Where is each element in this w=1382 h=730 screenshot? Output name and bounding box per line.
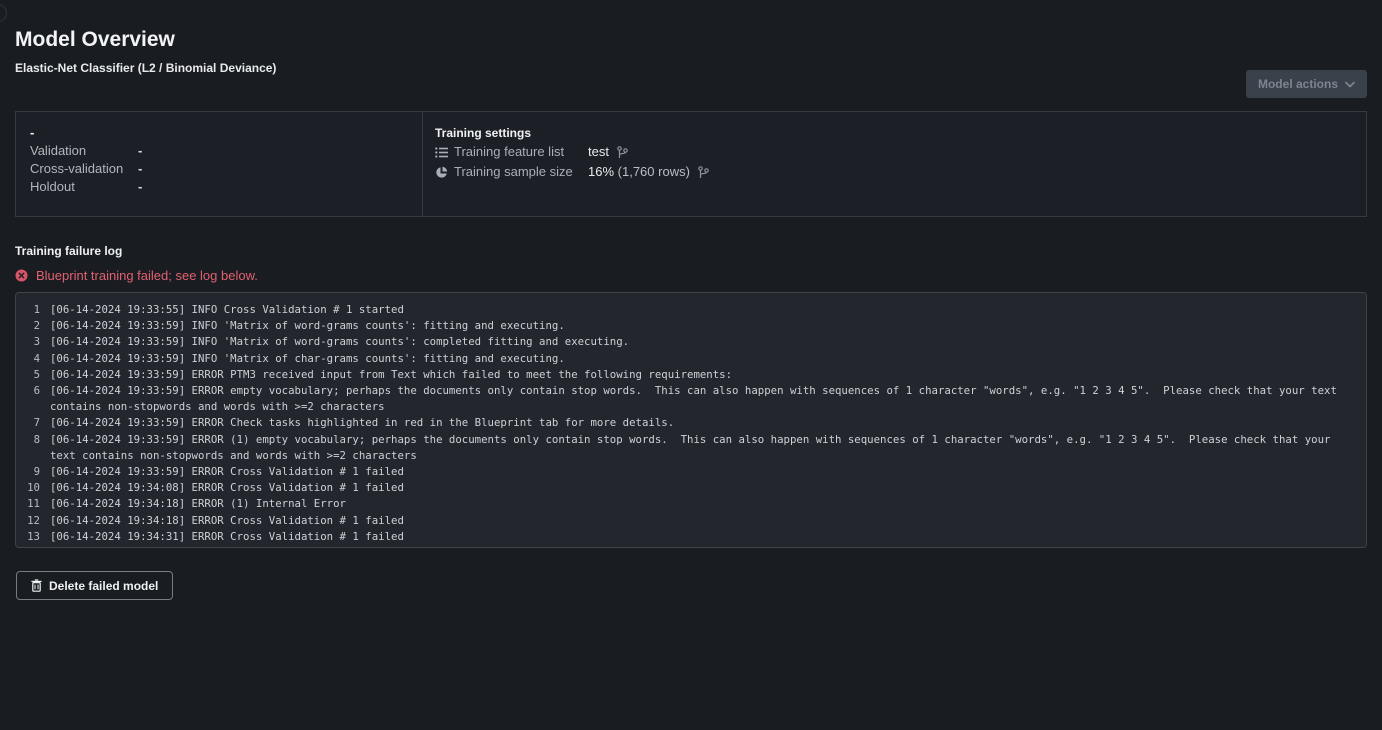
log-line-number: 11 — [26, 496, 40, 512]
log-line-text: [06-14-2024 19:33:59] ERROR (1) empty vo… — [50, 432, 1340, 464]
log-line: 3 [06-14-2024 19:33:59] INFO 'Matrix of w… — [26, 334, 1366, 350]
log-line: 5 [06-14-2024 19:33:59] ERROR PTM3 receiv… — [26, 367, 1366, 383]
log-line-number: 5 — [26, 367, 40, 383]
metric-row-cross-validation: Cross-validation- — [30, 160, 422, 178]
metric-label: Holdout — [30, 178, 138, 196]
log-line-text: [06-14-2024 19:33:59] ERROR Cross Valida… — [50, 464, 1340, 480]
log-line-text: [06-14-2024 19:34:31] ERROR Cross Valida… — [50, 529, 1340, 545]
model-subtitle: Elastic-Net Classifier (L2 / Binomial De… — [15, 61, 1382, 75]
log-line: 9 [06-14-2024 19:33:59] ERROR Cross Valid… — [26, 464, 1366, 480]
branch-icon[interactable] — [698, 166, 709, 179]
log-line-number: 10 — [26, 480, 40, 496]
pie-chart-icon — [435, 165, 449, 179]
log-line: 12 [06-14-2024 19:34:18] ERROR Cross Vali… — [26, 513, 1366, 529]
delete-button-label: Delete failed model — [49, 579, 158, 593]
delete-failed-model-button[interactable]: Delete failed model — [16, 571, 173, 600]
page-title: Model Overview — [0, 0, 1382, 53]
log-line-text: [06-14-2024 19:34:18] ERROR Cross Valida… — [50, 513, 1340, 529]
training-settings-section: Training settings Training feature list … — [423, 112, 709, 216]
page: Model Overview Elastic-Net Classifier (L… — [0, 0, 1382, 730]
metric-name: - — [30, 124, 422, 142]
log-line: 2 [06-14-2024 19:33:59] INFO 'Matrix of w… — [26, 318, 1366, 334]
log-line-number: 9 — [26, 464, 40, 480]
log-line-text: [06-14-2024 19:33:59] ERROR empty vocabu… — [50, 383, 1340, 415]
training-feature-list-value: test — [588, 143, 609, 161]
metric-label: Validation — [30, 142, 138, 160]
log-line-number: 13 — [26, 529, 40, 545]
log-line: 13 [06-14-2024 19:34:31] ERROR Cross Vali… — [26, 529, 1366, 545]
error-icon — [15, 269, 28, 282]
training-sample-size-row: Training sample size 16% (1,760 rows) — [435, 163, 709, 181]
sample-size-rows: (1,760 rows) — [618, 164, 690, 179]
log-line-number: 3 — [26, 334, 40, 350]
training-sample-size-label: Training sample size — [454, 163, 588, 181]
metric-value: - — [138, 143, 142, 158]
log-line-text: [06-14-2024 19:33:59] INFO 'Matrix of wo… — [50, 334, 1340, 350]
training-sample-size-value: 16% (1,760 rows) — [588, 163, 690, 181]
log-line: 10 [06-14-2024 19:34:08] ERROR Cross Vali… — [26, 480, 1366, 496]
branch-icon[interactable] — [617, 146, 628, 159]
log-line-number: 1 — [26, 302, 40, 318]
log-line-text: [06-14-2024 19:33:59] ERROR Check tasks … — [50, 415, 1340, 431]
metric-label: Cross-validation — [30, 160, 138, 178]
log-box[interactable]: 1 [06-14-2024 19:33:55] INFO Cross Valida… — [15, 292, 1367, 548]
metric-row-validation: Validation- — [30, 142, 422, 160]
log-line-text: [06-14-2024 19:33:59] INFO 'Matrix of ch… — [50, 351, 1340, 367]
model-actions-button[interactable]: Model actions — [1246, 70, 1367, 98]
log-line: 7 [06-14-2024 19:33:59] ERROR Check tasks… — [26, 415, 1366, 431]
trash-icon — [31, 579, 42, 592]
metric-value: - — [138, 161, 142, 176]
log-line: 8 [06-14-2024 19:33:59] ERROR (1) empty v… — [26, 432, 1366, 464]
log-line-text: [06-14-2024 19:34:08] ERROR Cross Valida… — [50, 480, 1340, 496]
log-line-number: 12 — [26, 513, 40, 529]
metric-value: - — [138, 179, 142, 194]
metric-row-holdout: Holdout- — [30, 178, 422, 196]
error-row: Blueprint training failed; see log below… — [15, 268, 1382, 283]
training-feature-list-label: Training feature list — [454, 143, 588, 161]
log-line-text: [06-14-2024 19:33:59] INFO 'Matrix of wo… — [50, 318, 1340, 334]
sample-size-percent: 16% — [588, 164, 614, 179]
log-line-number: 8 — [26, 432, 40, 464]
metrics-section: - Validation- Cross-validation- Holdout- — [16, 112, 423, 216]
list-icon — [435, 145, 449, 159]
model-actions-label: Model actions — [1258, 77, 1338, 91]
error-message: Blueprint training failed; see log below… — [36, 268, 258, 283]
log-line-text: [06-14-2024 19:33:59] ERROR PTM3 receive… — [50, 367, 1340, 383]
summary-panel: - Validation- Cross-validation- Holdout-… — [15, 111, 1367, 217]
training-settings-heading: Training settings — [435, 125, 709, 141]
log-line-number: 7 — [26, 415, 40, 431]
training-feature-list-row: Training feature list test — [435, 143, 709, 161]
training-failure-log-heading: Training failure log — [15, 244, 1382, 258]
log-line: 4 [06-14-2024 19:33:59] INFO 'Matrix of c… — [26, 351, 1366, 367]
log-line: 11 [06-14-2024 19:34:18] ERROR (1) Intern… — [26, 496, 1366, 512]
chevron-down-icon — [1345, 81, 1355, 88]
log-line-text: [06-14-2024 19:33:55] INFO Cross Validat… — [50, 302, 1340, 318]
log-line-number: 4 — [26, 351, 40, 367]
log-line-number: 6 — [26, 383, 40, 415]
log-line: 1 [06-14-2024 19:33:55] INFO Cross Valida… — [26, 302, 1366, 318]
log-line: 6 [06-14-2024 19:33:59] ERROR empty vocab… — [26, 383, 1366, 415]
log-line-number: 2 — [26, 318, 40, 334]
log-line-text: [06-14-2024 19:34:18] ERROR (1) Internal… — [50, 496, 1340, 512]
